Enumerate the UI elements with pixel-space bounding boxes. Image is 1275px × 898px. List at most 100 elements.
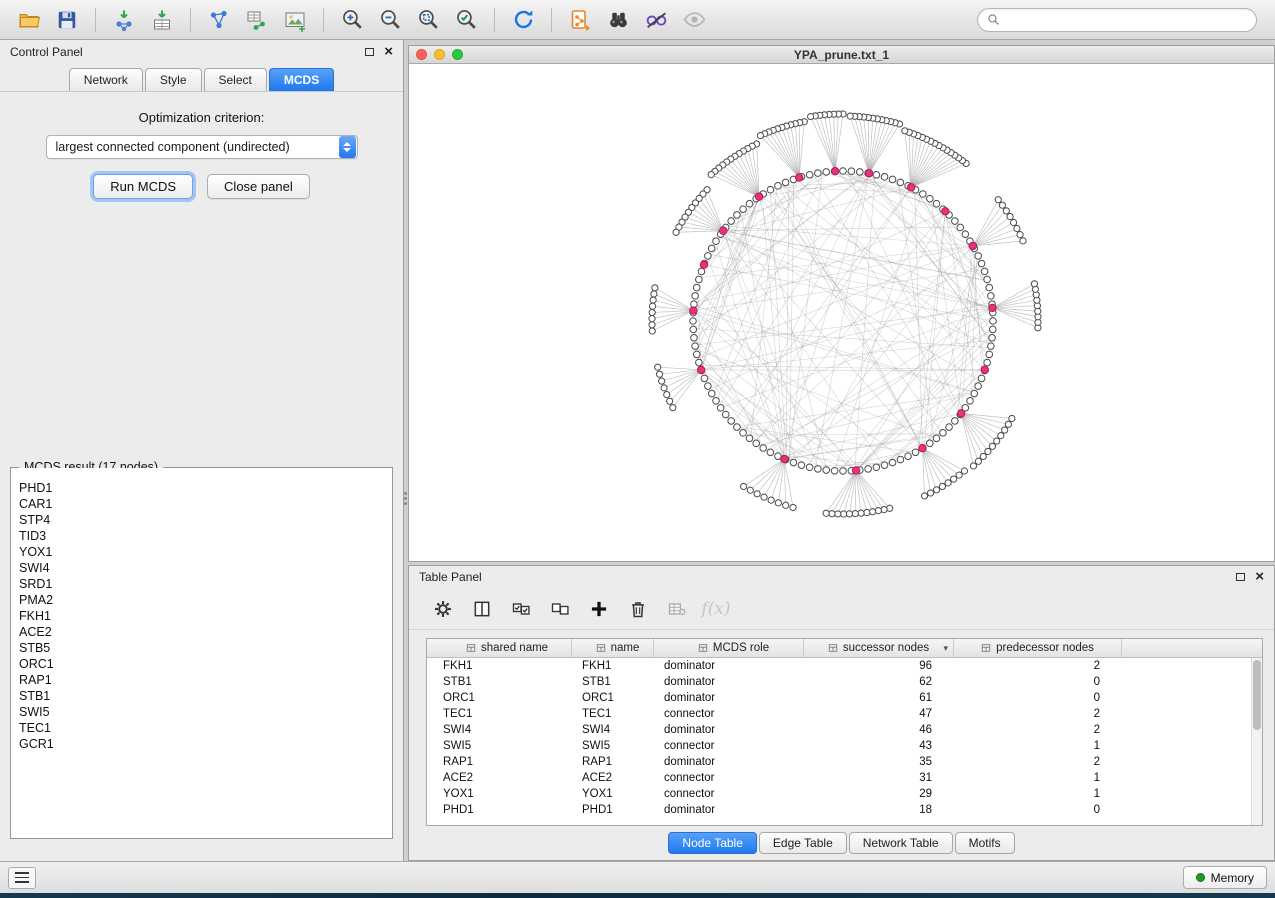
tab-select[interactable]: Select (204, 68, 267, 92)
table-row[interactable]: RAP1RAP1dominator352 (427, 754, 1251, 770)
apply-layout-button[interactable] (504, 5, 542, 35)
table-row[interactable]: SWI5SWI5connector431 (427, 738, 1251, 754)
function-builder-button[interactable]: f(x) (700, 594, 732, 624)
column-header-mcds-role[interactable]: MCDS role (654, 639, 804, 657)
table-cell: 29 (804, 788, 954, 800)
column-header-filler (1122, 639, 1262, 657)
tab-style[interactable]: Style (145, 68, 202, 92)
mcds-result-item[interactable]: SWI5 (19, 704, 392, 720)
tab-motifs[interactable]: Motifs (955, 832, 1015, 854)
open-session-button[interactable] (10, 5, 48, 35)
mcds-result-item[interactable]: ORC1 (19, 656, 392, 672)
toolbar-separator (190, 8, 191, 32)
float-table-panel-icon[interactable] (1236, 573, 1245, 581)
export-network-button[interactable] (561, 5, 599, 35)
memory-button[interactable]: Memory (1183, 866, 1267, 889)
table-row[interactable]: SWI4SWI4dominator462 (427, 722, 1251, 738)
delete-row-button[interactable] (622, 594, 654, 624)
table-row[interactable]: TEC1TEC1connector472 (427, 706, 1251, 722)
panel-splitter[interactable] (402, 485, 408, 511)
table-row[interactable]: FKH1FKH1dominator962 (427, 658, 1251, 674)
table-cell: 2 (954, 660, 1122, 672)
mcds-result-item[interactable]: STB5 (19, 640, 392, 656)
mcds-result-item[interactable]: FKH1 (19, 608, 392, 624)
column-header-predecessor-nodes[interactable]: predecessor nodes (954, 639, 1122, 657)
network-canvas[interactable] (409, 64, 1274, 561)
find-button[interactable] (599, 5, 637, 35)
scrollbar-thumb[interactable] (1253, 660, 1261, 730)
table-row[interactable]: ACE2ACE2connector311 (427, 770, 1251, 786)
network-window: YPA_prune.txt_1 (408, 45, 1275, 562)
run-mcds-button[interactable]: Run MCDS (93, 174, 193, 199)
table-cell: SWI4 (427, 724, 572, 736)
table-tabs: Node Table Edge Table Network Table Moti… (409, 832, 1274, 854)
hide-details-button[interactable] (637, 5, 675, 35)
mcds-result-item[interactable]: ACE2 (19, 624, 392, 640)
float-panel-icon[interactable] (365, 48, 374, 56)
mcds-result-item[interactable]: STB1 (19, 688, 392, 704)
table-cell: 1 (954, 772, 1122, 784)
control-panel-tabs: Network Style Select MCDS (0, 68, 403, 92)
table-scrollbar[interactable] (1251, 658, 1262, 825)
zoom-fit-button[interactable] (409, 5, 447, 35)
mcds-result-item[interactable]: RAP1 (19, 672, 392, 688)
network-graph[interactable] (409, 64, 1274, 561)
save-session-button[interactable] (48, 5, 86, 35)
optimization-dropdown[interactable]: largest connected component (undirected) (46, 135, 358, 159)
control-panel-title: Control Panel (10, 45, 83, 59)
close-table-panel-icon[interactable]: × (1255, 572, 1264, 582)
mcds-result-item[interactable]: STP4 (19, 512, 392, 528)
add-row-button[interactable] (583, 594, 615, 624)
zoom-in-button[interactable] (333, 5, 371, 35)
tab-network-table[interactable]: Network Table (849, 832, 953, 854)
column-type-icon (596, 643, 606, 653)
maximize-window-icon[interactable] (452, 49, 463, 60)
new-network-button[interactable] (200, 5, 238, 35)
select-all-button[interactable] (505, 594, 537, 624)
show-columns-button[interactable] (466, 594, 498, 624)
table-cell: RAP1 (427, 756, 572, 768)
close-mcds-panel-button[interactable]: Close panel (207, 174, 310, 199)
mcds-result-item[interactable]: CAR1 (19, 496, 392, 512)
table-row[interactable]: PHD1PHD1dominator180 (427, 802, 1251, 818)
zoom-in-icon (340, 7, 365, 32)
zoom-out-button[interactable] (371, 5, 409, 35)
delete-table-button[interactable] (661, 594, 693, 624)
tab-mcds[interactable]: MCDS (269, 68, 334, 92)
column-header-successor-nodes[interactable]: successor nodes ▾ (804, 639, 954, 657)
mcds-result-item[interactable]: TEC1 (19, 720, 392, 736)
zoom-selected-button[interactable] (447, 5, 485, 35)
export-image-button[interactable] (276, 5, 314, 35)
sort-indicator-icon[interactable]: ▾ (943, 643, 948, 654)
tab-edge-table[interactable]: Edge Table (759, 832, 847, 854)
tab-node-table[interactable]: Node Table (668, 832, 757, 854)
import-network-button[interactable] (105, 5, 143, 35)
mcds-result-item[interactable]: GCR1 (19, 736, 392, 752)
table-row[interactable]: YOX1YOX1connector291 (427, 786, 1251, 802)
tab-network[interactable]: Network (69, 68, 143, 92)
column-header-shared-name[interactable]: shared name (427, 639, 572, 657)
column-header-name[interactable]: name (572, 639, 654, 657)
mcds-result-item[interactable]: TID3 (19, 528, 392, 544)
mcds-result-list[interactable]: PHD1CAR1STP4TID3YOX1SWI4SRD1PMA2FKH1ACE2… (11, 468, 392, 838)
mcds-result-item[interactable]: YOX1 (19, 544, 392, 560)
table-row[interactable]: ORC1ORC1dominator610 (427, 690, 1251, 706)
network-from-table-button[interactable] (238, 5, 276, 35)
close-panel-icon[interactable]: × (384, 47, 393, 57)
minimize-window-icon[interactable] (434, 49, 445, 60)
deselect-all-button[interactable] (544, 594, 576, 624)
column-settings-button[interactable] (427, 594, 459, 624)
close-window-icon[interactable] (416, 49, 427, 60)
table-cell: 43 (804, 740, 954, 752)
table-row[interactable]: STB1STB1dominator620 (427, 674, 1251, 690)
mcds-result-item[interactable]: PHD1 (19, 480, 392, 496)
mcds-result-item[interactable]: PMA2 (19, 592, 392, 608)
mcds-result-item[interactable]: SRD1 (19, 576, 392, 592)
search-input[interactable] (1006, 13, 1247, 27)
import-table-button[interactable] (143, 5, 181, 35)
mcds-result-item[interactable]: SWI4 (19, 560, 392, 576)
status-menu-button[interactable] (8, 867, 36, 889)
table-cell: YOX1 (427, 788, 572, 800)
table-cell: TEC1 (572, 708, 654, 720)
show-details-button[interactable] (675, 5, 713, 35)
